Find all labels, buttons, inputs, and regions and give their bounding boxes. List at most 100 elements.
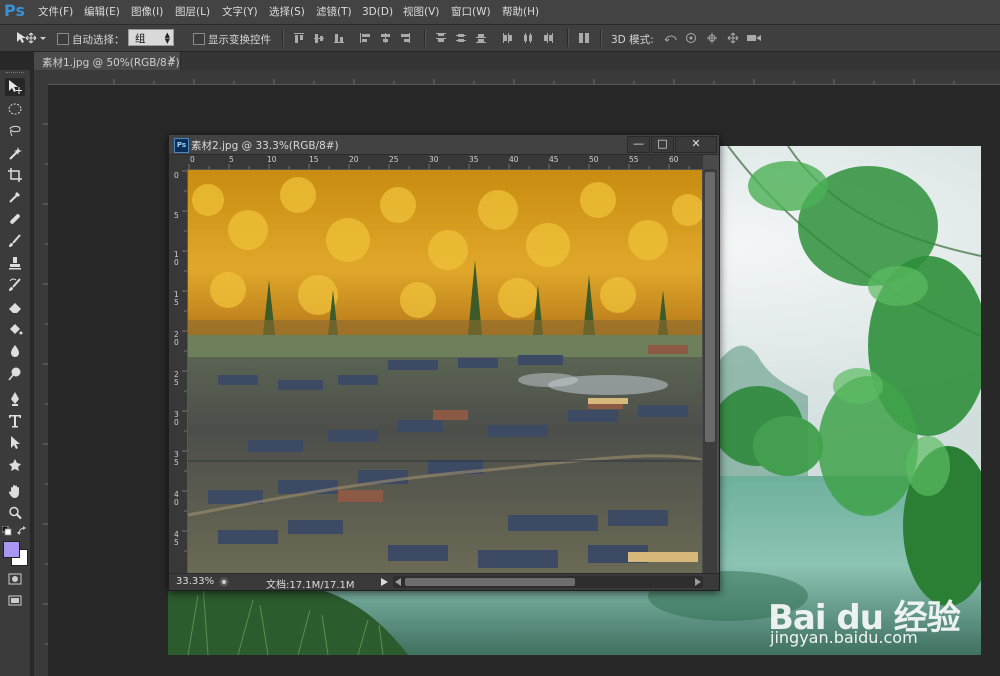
3d-roll-icon[interactable] bbox=[685, 32, 697, 44]
window-vertical-ruler: 0 5 1 0 1 5 2 0 2 5 3 0 3 5 4 0 4 5 bbox=[169, 155, 188, 573]
align-bottom-icon[interactable] bbox=[333, 32, 345, 44]
ruler-label: 2 0 bbox=[174, 330, 179, 347]
move-tool-preset-icon[interactable] bbox=[14, 31, 46, 48]
quick-mask-icon[interactable] bbox=[5, 570, 25, 588]
ruler-label: 15 bbox=[309, 155, 319, 164]
status-menu-arrow-icon[interactable] bbox=[381, 578, 388, 586]
menu-bar: Ps 文件(F) 编辑(E) 图像(I) 图层(L) 文字(Y) 选择(S) 滤… bbox=[0, 0, 1000, 25]
distribute-bottom-icon[interactable] bbox=[475, 32, 487, 44]
menu-window[interactable]: 窗口(W) bbox=[451, 5, 491, 19]
menu-filter[interactable]: 滤镜(T) bbox=[316, 5, 352, 19]
foreground-color-swatch[interactable] bbox=[3, 541, 20, 558]
scroll-right-icon[interactable] bbox=[695, 578, 701, 586]
pen-tool-icon[interactable] bbox=[5, 390, 25, 408]
auto-select-value: 组 bbox=[135, 33, 146, 45]
swap-colors-icon[interactable] bbox=[17, 526, 27, 536]
ruler-label: 30 bbox=[429, 155, 439, 164]
doc-size-info: 文档:17.1M/17.1M bbox=[266, 580, 355, 591]
align-right-icon[interactable] bbox=[399, 32, 411, 44]
menu-3d[interactable]: 3D(D) bbox=[362, 5, 393, 19]
3d-slide-icon[interactable] bbox=[727, 32, 739, 44]
maximize-icon: □ bbox=[657, 137, 668, 150]
close-button[interactable]: ✕ bbox=[675, 136, 717, 153]
ruler-label: 1 0 bbox=[174, 250, 179, 267]
align-vcenter-icon[interactable] bbox=[313, 32, 325, 44]
window-vertical-scrollbar[interactable] bbox=[703, 169, 717, 573]
screen-mode-icon[interactable] bbox=[5, 592, 25, 610]
distribute-left-icon[interactable] bbox=[502, 32, 514, 44]
menu-layer[interactable]: 图层(L) bbox=[175, 5, 210, 19]
menu-view[interactable]: 视图(V) bbox=[403, 5, 439, 19]
main-horizontal-ruler bbox=[34, 70, 1000, 85]
scroll-left-icon[interactable] bbox=[395, 578, 401, 586]
ruler-label: 3 5 bbox=[174, 450, 179, 467]
move-tool-icon[interactable] bbox=[5, 78, 25, 96]
path-selection-tool-icon[interactable] bbox=[5, 434, 25, 452]
quick-selection-tool-icon[interactable] bbox=[5, 144, 25, 162]
distribute-right-icon[interactable] bbox=[542, 32, 554, 44]
auto-select-checkbox[interactable] bbox=[57, 33, 69, 45]
window-horizontal-ruler: 0 5 10 15 20 25 30 35 40 45 50 55 60 bbox=[187, 155, 703, 170]
ruler-label: 35 bbox=[469, 155, 479, 164]
history-brush-tool-icon[interactable] bbox=[5, 276, 25, 294]
menu-help[interactable]: 帮助(H) bbox=[502, 5, 539, 19]
healing-brush-tool-icon[interactable] bbox=[5, 210, 25, 228]
blur-tool-icon[interactable] bbox=[5, 342, 25, 360]
close-icon: ✕ bbox=[691, 137, 701, 150]
show-transform-checkbox[interactable] bbox=[193, 33, 205, 45]
ruler-label: 2 5 bbox=[174, 370, 179, 387]
photoshop-doc-icon: Ps bbox=[174, 138, 189, 153]
dodge-tool-icon[interactable] bbox=[5, 364, 25, 382]
crop-tool-icon[interactable] bbox=[5, 166, 25, 184]
eyedropper-tool-icon[interactable] bbox=[5, 188, 25, 206]
clone-stamp-tool-icon[interactable] bbox=[5, 254, 25, 272]
menu-select[interactable]: 选择(S) bbox=[269, 5, 305, 19]
align-left-icon[interactable] bbox=[359, 32, 371, 44]
menu-type[interactable]: 文字(Y) bbox=[222, 5, 258, 19]
align-hcenter-icon[interactable] bbox=[379, 32, 391, 44]
3d-pan-icon[interactable] bbox=[706, 32, 718, 44]
minimize-button[interactable]: — bbox=[627, 136, 650, 153]
scrollbar-thumb[interactable] bbox=[705, 172, 715, 442]
status-info-icon[interactable] bbox=[219, 577, 229, 587]
zoom-tool-icon[interactable] bbox=[5, 504, 25, 522]
minimize-icon: — bbox=[633, 137, 644, 150]
menu-edit[interactable]: 编辑(E) bbox=[84, 5, 120, 19]
document-tab[interactable]: 素材1.jpg @ 50%(RGB/8#) × bbox=[34, 52, 181, 70]
default-colors-icon[interactable] bbox=[2, 526, 12, 536]
lasso-tool-icon[interactable] bbox=[5, 122, 25, 140]
window-status-bar: 33.33% 文档:17.1M/17.1M bbox=[169, 573, 719, 591]
options-bar: 自动选择： 组 ▲ ▼ 显示变换控件 3D 模式: bbox=[0, 25, 1000, 52]
align-top-icon[interactable] bbox=[293, 32, 305, 44]
ruler-label: 20 bbox=[349, 155, 359, 164]
scrollbar-thumb[interactable] bbox=[405, 578, 575, 586]
distribute-hcenter-icon[interactable] bbox=[522, 32, 534, 44]
3d-rotate-icon[interactable] bbox=[664, 32, 678, 44]
custom-shape-tool-icon[interactable] bbox=[5, 456, 25, 474]
ruler-label: 1 5 bbox=[174, 290, 179, 307]
hand-tool-icon[interactable] bbox=[5, 482, 25, 500]
marquee-tool-icon[interactable] bbox=[5, 100, 25, 118]
menu-image[interactable]: 图像(I) bbox=[131, 5, 163, 19]
ruler-label: 0 bbox=[174, 171, 179, 180]
auto-align-icon[interactable] bbox=[578, 32, 590, 44]
paint-bucket-tool-icon[interactable] bbox=[5, 320, 25, 338]
zoom-level[interactable]: 33.33% bbox=[176, 576, 214, 587]
window-horizontal-scrollbar[interactable] bbox=[393, 576, 703, 588]
ruler-label: 50 bbox=[589, 155, 599, 164]
eraser-tool-icon[interactable] bbox=[5, 298, 25, 316]
window-title-bar[interactable]: Ps 素材2.jpg @ 33.3%(RGB/8#) — □ ✕ bbox=[169, 135, 719, 155]
distribute-top-icon[interactable] bbox=[435, 32, 447, 44]
distribute-vcenter-icon[interactable] bbox=[455, 32, 467, 44]
maximize-button[interactable]: □ bbox=[651, 136, 674, 153]
tab-close-icon[interactable]: × bbox=[168, 54, 176, 65]
toolbox bbox=[0, 70, 31, 676]
brush-tool-icon[interactable] bbox=[5, 232, 25, 250]
ruler-label: 0 bbox=[190, 155, 195, 164]
type-tool-icon[interactable] bbox=[5, 412, 25, 430]
document-image-autumn-village bbox=[188, 170, 702, 573]
3d-scale-icon[interactable] bbox=[746, 32, 762, 44]
ruler-label: 40 bbox=[509, 155, 519, 164]
menu-file[interactable]: 文件(F) bbox=[38, 5, 73, 19]
auto-select-dropdown[interactable]: 组 ▲ ▼ bbox=[128, 29, 174, 46]
